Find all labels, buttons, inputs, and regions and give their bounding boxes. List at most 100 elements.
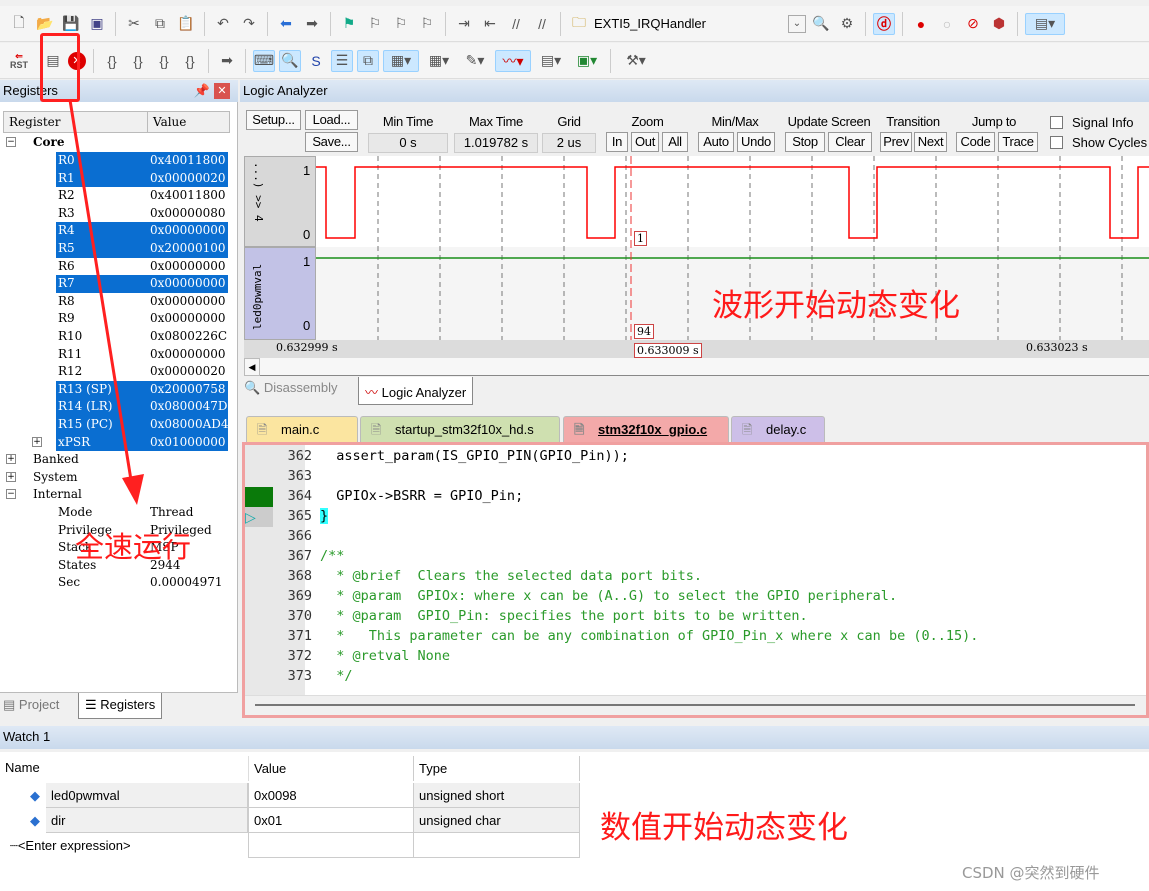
annotation-arrow [68, 99, 144, 505]
enter-expression-label: <Enter expression> [17, 838, 131, 853]
editor-tab-label: startup_stm32f10x_hd.s [395, 422, 534, 437]
min-time-label: Min Time [382, 114, 434, 129]
uncomment-icon[interactable]: // [531, 13, 553, 35]
max-time-value: 1.019782 s [454, 133, 538, 153]
max-time-label: Max Time [469, 114, 523, 129]
zoom-out-button[interactable]: Out [631, 132, 659, 152]
save-button[interactable]: Save... [305, 132, 358, 152]
code-text: * @param GPIOx: where x can be (A..G) to… [320, 588, 898, 604]
next-button[interactable]: Next [914, 132, 947, 152]
editor-hscroll[interactable] [245, 695, 1146, 715]
annotation-wave: 波形开始动态变化 [712, 288, 960, 324]
breakpoint-icon[interactable]: ● [910, 13, 932, 35]
indent-icon[interactable]: ⇥ [453, 13, 475, 35]
col-value[interactable]: Value [248, 756, 414, 781]
annotation-value: 数值开始动态变化 [600, 810, 848, 846]
jump-trace-button[interactable]: Trace [998, 132, 1038, 152]
update-screen-label: Update Screen [787, 114, 871, 129]
find-in-files-icon[interactable]: 🗀 [568, 13, 590, 35]
tab-registers[interactable]: ☰ Registers [78, 693, 163, 719]
undo-button[interactable]: Undo [737, 132, 775, 152]
find-icon[interactable]: 🔍 [810, 13, 832, 35]
signal-info-label: Signal Info [1072, 115, 1134, 130]
watch-value[interactable]: 0x0098 [248, 783, 414, 808]
line-number: 373 [287, 668, 312, 684]
signal-1-max: 1 [303, 163, 311, 178]
zoom-label: Zoom [631, 114, 664, 129]
min-time-value: 0 s [368, 133, 448, 153]
prev-bookmark-icon[interactable]: ⚐ [364, 13, 386, 35]
code-line[interactable]: 363 [248, 466, 1148, 486]
col-type[interactable]: Type [414, 756, 580, 781]
logic-analyzer-panel: Logic Analyzer Setup... Load... Save... … [240, 80, 1149, 410]
code-line[interactable]: 368 * @brief Clears the selected data po… [248, 566, 1148, 586]
watch-window-icon[interactable]: ▦▾ [383, 49, 419, 72]
bookmark-icon[interactable]: ⚑ [338, 13, 360, 35]
editor-tab[interactable]: 🗎 stm32f10x_gpio.c [563, 416, 729, 442]
jump-code-button[interactable]: Code [956, 132, 995, 152]
chevron-down-icon[interactable]: ⌄ [788, 14, 806, 33]
load-button[interactable]: Load... [305, 110, 358, 130]
system-viewer-icon[interactable]: ▣▾ [571, 50, 603, 72]
prev-button[interactable]: Prev [880, 132, 912, 152]
file-icon: 🗎 [742, 422, 753, 437]
show-cycles-checkbox[interactable] [1050, 136, 1063, 149]
debug-session-icon[interactable]: ⓓ [873, 12, 895, 35]
function-combo[interactable]: EXTI5_IRQHandler [594, 16, 784, 31]
horizontal-scrollbar[interactable]: ◀ [244, 358, 1149, 376]
code-line[interactable]: 365} [248, 506, 1148, 526]
code-line[interactable]: 373 */ [248, 666, 1148, 686]
code-line[interactable]: 364 GPIOx->BSRR = GPIO_Pin; [248, 486, 1148, 506]
kill-all-breakpoints-icon[interactable]: ⬢ [988, 13, 1010, 35]
editor-tab[interactable]: 🗎 delay.c [731, 416, 825, 442]
comment-icon[interactable]: // [505, 13, 527, 35]
tab-logic-analyzer[interactable]: 〰 Logic Analyzer [358, 377, 474, 405]
code-line[interactable]: 366 [248, 526, 1148, 546]
code-line[interactable]: 371 * This parameter can be any combinat… [248, 626, 1148, 646]
editor-tab-label: stm32f10x_gpio.c [598, 422, 708, 437]
code-text: } [320, 508, 329, 524]
unindent-icon[interactable]: ⇤ [479, 13, 501, 35]
disable-breakpoint-icon[interactable]: ○ [936, 13, 958, 35]
code-line[interactable]: 362 assert_param(IS_GPIO_PIN(GPIO_Pin)); [248, 446, 1148, 466]
zoom-all-button[interactable]: All [662, 132, 688, 152]
editor-tab[interactable]: 🗎 startup_stm32f10x_hd.s [360, 416, 560, 442]
line-number: 372 [287, 648, 312, 664]
signal-2-max: 1 [303, 254, 311, 269]
window-layout-icon[interactable]: ▤▾ [1025, 12, 1065, 35]
call-stack-icon[interactable]: ⧉ [357, 49, 379, 72]
incremental-find-icon[interactable]: ⚙ [836, 13, 858, 35]
watch-value[interactable]: 0x01 [248, 808, 414, 833]
col-name[interactable]: Name [5, 760, 40, 775]
empty-type-cell [414, 833, 580, 858]
tab-project[interactable]: ▤ Project [3, 697, 59, 713]
line-number: 368 [287, 568, 312, 584]
code-text: GPIOx->BSRR = GPIO_Pin; [320, 488, 524, 504]
code-line[interactable]: 372 * @retval None [248, 646, 1148, 666]
code-line[interactable]: 370 * @param GPIO_Pin: specifies the por… [248, 606, 1148, 626]
code-line[interactable]: 369 * @param GPIOx: where x can be (A..G… [248, 586, 1148, 606]
disable-all-breakpoints-icon[interactable]: ⊘ [962, 13, 984, 35]
annotation-run: 全速运行 [75, 530, 192, 564]
forward-icon[interactable]: ➡ [301, 13, 323, 35]
analysis-window-icon[interactable]: 〰▾ [495, 49, 531, 72]
watch-name: dir [46, 808, 248, 833]
registers-window-icon[interactable]: ☰ [331, 49, 353, 72]
code-line[interactable]: 367/** [248, 546, 1148, 566]
internal-row[interactable]: Sec 0.00004971 [0, 574, 230, 592]
symbols-window-icon[interactable]: S [305, 50, 327, 72]
stop-button[interactable]: Stop [785, 132, 825, 152]
auto-button[interactable]: Auto [698, 132, 734, 152]
zoom-in-button[interactable]: In [606, 132, 628, 152]
trace-window-icon[interactable]: ▤▾ [535, 50, 567, 72]
signal-info-checkbox[interactable] [1050, 116, 1063, 129]
enter-expression[interactable]: ┈<Enter expression> [10, 838, 131, 854]
serial-window-icon[interactable]: ✎▾ [459, 50, 491, 72]
next-bookmark-icon[interactable]: ⚐ [390, 13, 412, 35]
toolbox-icon[interactable]: ⚒▾ [618, 50, 654, 72]
editor-tab-label: delay.c [766, 422, 807, 437]
clear-bookmarks-icon[interactable]: ⚐ [416, 13, 438, 35]
clear-button[interactable]: Clear [828, 132, 872, 152]
signal-2-cursor-value: 94 [634, 324, 654, 339]
memory-window-icon[interactable]: ▦▾ [423, 50, 455, 72]
